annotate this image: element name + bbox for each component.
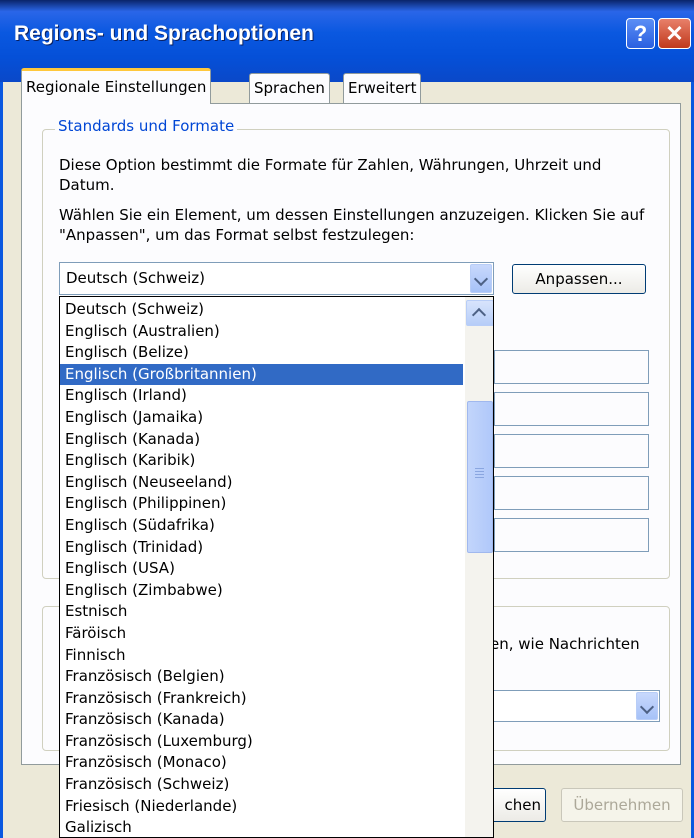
- list-scrollbar[interactable]: [465, 297, 493, 837]
- locale-combobox-value: Deutsch (Schweiz): [66, 269, 206, 287]
- locale-option[interactable]: Französisch (Kanada): [60, 709, 463, 731]
- standards-formats-title: Standards und Formate: [55, 117, 238, 135]
- formats-instruction: Wählen Sie ein Element, um dessen Einste…: [59, 206, 645, 244]
- locale-option[interactable]: Färöisch: [60, 623, 463, 645]
- locale-option[interactable]: Englisch (Kanada): [60, 429, 463, 451]
- locale-option[interactable]: Englisch (Karibik): [60, 450, 463, 472]
- chevron-down-icon: [639, 699, 655, 715]
- window-title: Regions- und Sprachoptionen: [14, 22, 314, 45]
- sample-currency-field: [494, 392, 649, 426]
- locale-option[interactable]: Englisch (Belize): [60, 342, 463, 364]
- locale-option[interactable]: Englisch (Zimbabwe): [60, 580, 463, 602]
- locale-dropdown-list[interactable]: Deutsch (Schweiz) Englisch (Australien) En…: [59, 296, 494, 838]
- sample-short-date-field: [494, 476, 649, 510]
- chevron-up-icon: [471, 307, 487, 323]
- sample-number-field: [494, 350, 649, 384]
- sample-time-field: [494, 434, 649, 468]
- locale-option[interactable]: Englisch (Südafrika): [60, 515, 463, 537]
- locale-dropdown-button[interactable]: [470, 264, 492, 293]
- tab-advanced[interactable]: Erweitert: [343, 73, 422, 103]
- locale-option[interactable]: Galizisch: [60, 817, 463, 837]
- location-combobox[interactable]: [488, 690, 660, 722]
- close-button[interactable]: ✕: [658, 18, 691, 49]
- locale-option[interactable]: Englisch (Philippinen): [60, 493, 463, 515]
- locale-option[interactable]: Französisch (Schweiz): [60, 774, 463, 796]
- locale-options: Deutsch (Schweiz) Englisch (Australien) En…: [60, 299, 463, 837]
- locale-option[interactable]: Französisch (Frankreich): [60, 688, 463, 710]
- scroll-thumb[interactable]: [467, 401, 493, 553]
- cancel-button[interactable]: chen: [488, 788, 546, 822]
- locale-option[interactable]: Französisch (Monaco): [60, 752, 463, 774]
- tab-languages[interactable]: Sprachen: [249, 73, 330, 103]
- locale-option[interactable]: Englisch (Trinidad): [60, 537, 463, 559]
- apply-button[interactable]: Übernehmen: [561, 788, 683, 822]
- tab-regional-settings[interactable]: Regionale Einstellungen: [21, 68, 212, 104]
- locale-option[interactable]: Estnisch: [60, 601, 463, 623]
- formats-description: Diese Option bestimmt die Formate für Za…: [59, 156, 602, 194]
- locale-option[interactable]: Englisch (Australien): [60, 321, 463, 343]
- scroll-up-button[interactable]: [466, 300, 493, 326]
- locale-option[interactable]: Englisch (Großbritannien): [60, 363, 463, 386]
- help-icon: ?: [633, 21, 648, 46]
- close-icon: ✕: [665, 21, 684, 46]
- locale-option[interactable]: Französisch (Luxemburg): [60, 731, 463, 753]
- locale-option[interactable]: Deutsch (Schweiz): [60, 299, 463, 321]
- help-button[interactable]: ?: [626, 18, 655, 49]
- locale-option[interactable]: Englisch (USA): [60, 558, 463, 580]
- location-dropdown-button[interactable]: [636, 692, 658, 720]
- locale-option[interactable]: Französisch (Belgien): [60, 666, 463, 688]
- chevron-down-icon: [473, 271, 489, 287]
- customize-button[interactable]: Anpassen...: [512, 264, 646, 294]
- locale-combobox[interactable]: Deutsch (Schweiz): [59, 262, 494, 295]
- location-description: en, wie Nachrichten: [490, 635, 640, 653]
- sample-long-date-field: [494, 518, 649, 552]
- locale-option[interactable]: Englisch (Irland): [60, 385, 463, 407]
- locale-option[interactable]: Englisch (Neuseeland): [60, 472, 463, 494]
- locale-option[interactable]: Finnisch: [60, 645, 463, 667]
- locale-option[interactable]: Englisch (Jamaika): [60, 407, 463, 429]
- locale-option[interactable]: Friesisch (Niederlande): [60, 796, 463, 818]
